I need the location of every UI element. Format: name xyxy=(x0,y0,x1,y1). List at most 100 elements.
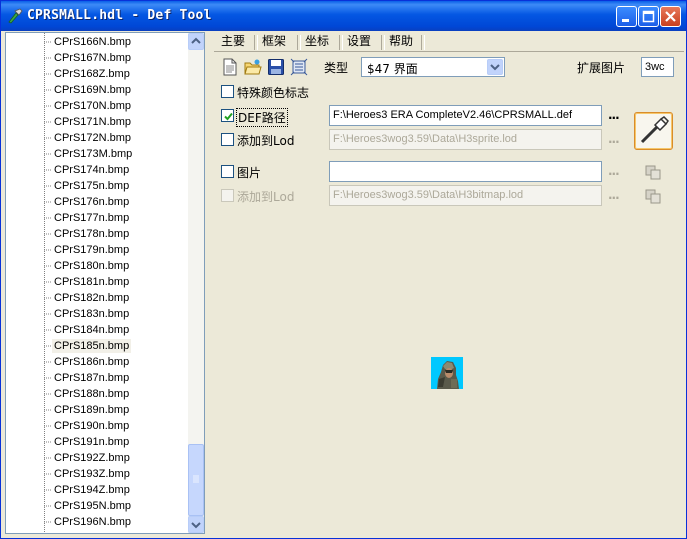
def-lod-browse-button[interactable]: ... xyxy=(608,132,620,146)
tab-main[interactable]: 主要 xyxy=(214,32,252,51)
picture-lod-label: 添加到Lod xyxy=(237,190,295,204)
tree-item-label: CPrS166N.bmp xyxy=(54,36,132,48)
tree-item[interactable]: CPrS187n.bmp xyxy=(6,370,188,386)
tree-item-label: CPrS174n.bmp xyxy=(54,164,130,176)
tree-item[interactable]: CPrS173M.bmp xyxy=(6,146,188,162)
tree-item-label: CPrS177n.bmp xyxy=(54,212,130,224)
tree-item[interactable]: CPrS189n.bmp xyxy=(6,402,188,418)
picture-lod-checkbox[interactable] xyxy=(221,189,234,202)
scroll-down-button[interactable] xyxy=(188,516,204,533)
import-lod-icon[interactable] xyxy=(645,188,661,204)
tree-item[interactable]: CPrS186n.bmp xyxy=(6,354,188,370)
tree-connector-icon xyxy=(44,57,51,59)
title-bar[interactable]: CPRSMALL.hdl - Def Tool xyxy=(1,1,686,31)
tree-item[interactable]: CPrS172N.bmp xyxy=(6,130,188,146)
tree-item-label: CPrS167N.bmp xyxy=(54,52,132,64)
tree-item[interactable]: CPrS171N.bmp xyxy=(6,114,188,130)
type-select-value: $47 界面 xyxy=(367,62,418,76)
tree-item[interactable]: CPrS180n.bmp xyxy=(6,258,188,274)
tree-item[interactable]: CPrS194Z.bmp xyxy=(6,482,188,498)
tree-connector-icon xyxy=(44,41,51,43)
def-lod-field[interactable]: F:\Heroes3wog3.59\Data\H3sprite.lod xyxy=(329,129,602,150)
def-path-label: DEF路径 xyxy=(236,108,288,127)
def-path-checkbox[interactable] xyxy=(221,109,234,122)
tree-item[interactable]: CPrS185n.bmp xyxy=(6,338,188,354)
tree-item[interactable]: CPrS184n.bmp xyxy=(6,322,188,338)
tree-connector-icon xyxy=(44,169,51,171)
tree-item[interactable]: CPrS178n.bmp xyxy=(6,226,188,242)
maximize-button[interactable] xyxy=(638,6,659,27)
window-title: CPRSMALL.hdl - Def Tool xyxy=(27,8,212,23)
special-color-label: 特殊颜色标志 xyxy=(237,86,310,100)
file-tree[interactable]: CPrS166N.bmp CPrS167N.bmp CPrS168Z.bmp CPrS… xyxy=(5,32,205,534)
tree-item[interactable]: CPrS169N.bmp xyxy=(6,82,188,98)
tree-item[interactable]: CPrS166N.bmp xyxy=(6,34,188,50)
tree-item[interactable]: CPrS182n.bmp xyxy=(6,290,188,306)
tree-item[interactable]: CPrS188n.bmp xyxy=(6,386,188,402)
scroll-up-button[interactable] xyxy=(188,33,204,50)
tree-item[interactable]: CPrS170N.bmp xyxy=(6,98,188,114)
tree-item-label: CPrS193Z.bmp xyxy=(54,468,130,480)
open-folder-icon[interactable] xyxy=(244,58,262,76)
scroll-thumb[interactable] xyxy=(188,444,204,516)
ext-image-input[interactable]: 3wc xyxy=(641,57,674,77)
tab-settings[interactable]: 设置 xyxy=(343,32,375,51)
tree-connector-icon xyxy=(44,89,51,91)
save-icon[interactable] xyxy=(267,58,285,76)
picture-lod-browse-button[interactable]: ... xyxy=(608,188,620,202)
tab-frames[interactable]: 框架 xyxy=(258,32,290,51)
import-picture-icon[interactable] xyxy=(645,164,661,180)
special-color-checkbox[interactable] xyxy=(221,85,234,98)
picture-checkbox[interactable] xyxy=(221,165,234,178)
tree-connector-icon xyxy=(44,217,51,219)
type-select-arrow[interactable] xyxy=(487,59,503,75)
chevron-up-icon xyxy=(191,37,201,44)
tree-connector-icon xyxy=(44,345,51,347)
tree-item[interactable]: CPrS176n.bmp xyxy=(6,194,188,210)
wrench-icon xyxy=(640,116,669,144)
tree-item[interactable]: CPrS167N.bmp xyxy=(6,50,188,66)
def-path-browse-button[interactable]: ... xyxy=(608,108,620,122)
tree-item[interactable]: CPrS196N.bmp xyxy=(6,514,188,530)
tree-item[interactable]: CPrS174n.bmp xyxy=(6,162,188,178)
tree-item[interactable]: CPrS177n.bmp xyxy=(6,210,188,226)
tree-connector-icon xyxy=(44,441,51,443)
tab-separator xyxy=(421,35,425,50)
tree-connector-icon xyxy=(44,473,51,475)
tree-connector-icon xyxy=(44,521,51,523)
new-file-icon[interactable] xyxy=(221,58,239,76)
tree-connector-icon xyxy=(44,121,51,123)
type-select[interactable]: $47 界面 xyxy=(361,57,505,77)
tree-connector-icon xyxy=(44,265,51,267)
tree-item[interactable]: CPrS183n.bmp xyxy=(6,306,188,322)
app-window: CPRSMALL.hdl - Def Tool CPrS166N.bmp CPrS… xyxy=(0,0,687,539)
tree-item-label: CPrS178n.bmp xyxy=(54,228,130,240)
tree-item[interactable]: CPrS191n.bmp xyxy=(6,434,188,450)
tree-item[interactable]: CPrS195N.bmp xyxy=(6,498,188,514)
tree-item-label: CPrS181n.bmp xyxy=(54,276,130,288)
tree-item[interactable]: CPrS179n.bmp xyxy=(6,242,188,258)
picture-field[interactable] xyxy=(329,161,602,182)
tree-item[interactable]: CPrS181n.bmp xyxy=(6,274,188,290)
export-icon[interactable] xyxy=(290,58,308,76)
tree-item[interactable]: CPrS192Z.bmp xyxy=(6,450,188,466)
tree-item-label: CPrS173M.bmp xyxy=(54,148,133,160)
check-icon xyxy=(224,112,233,121)
tree-item[interactable]: CPrS168Z.bmp xyxy=(6,66,188,82)
tree-item[interactable]: CPrS193Z.bmp xyxy=(6,466,188,482)
tree-scrollbar[interactable] xyxy=(188,33,204,533)
grip-icon xyxy=(193,475,199,483)
picture-lod-field[interactable]: F:\Heroes3wog3.59\Data\H3bitmap.lod xyxy=(329,185,602,206)
close-button[interactable] xyxy=(660,6,681,27)
def-path-field[interactable]: F:\Heroes3 ERA CompleteV2.46\CPRSMALL.de… xyxy=(329,105,602,126)
picture-browse-button[interactable]: ... xyxy=(608,164,620,178)
tab-help[interactable]: 帮助 xyxy=(385,32,417,51)
tree-item[interactable]: CPrS175n.bmp xyxy=(6,178,188,194)
tab-coords[interactable]: 坐标 xyxy=(301,32,333,51)
def-lod-checkbox[interactable] xyxy=(221,133,234,146)
build-def-button[interactable] xyxy=(634,112,673,150)
minimize-button[interactable] xyxy=(616,6,637,27)
type-label: 类型 xyxy=(324,61,349,75)
tree-item-label: CPrS172N.bmp xyxy=(54,132,132,144)
tree-item[interactable]: CPrS190n.bmp xyxy=(6,418,188,434)
